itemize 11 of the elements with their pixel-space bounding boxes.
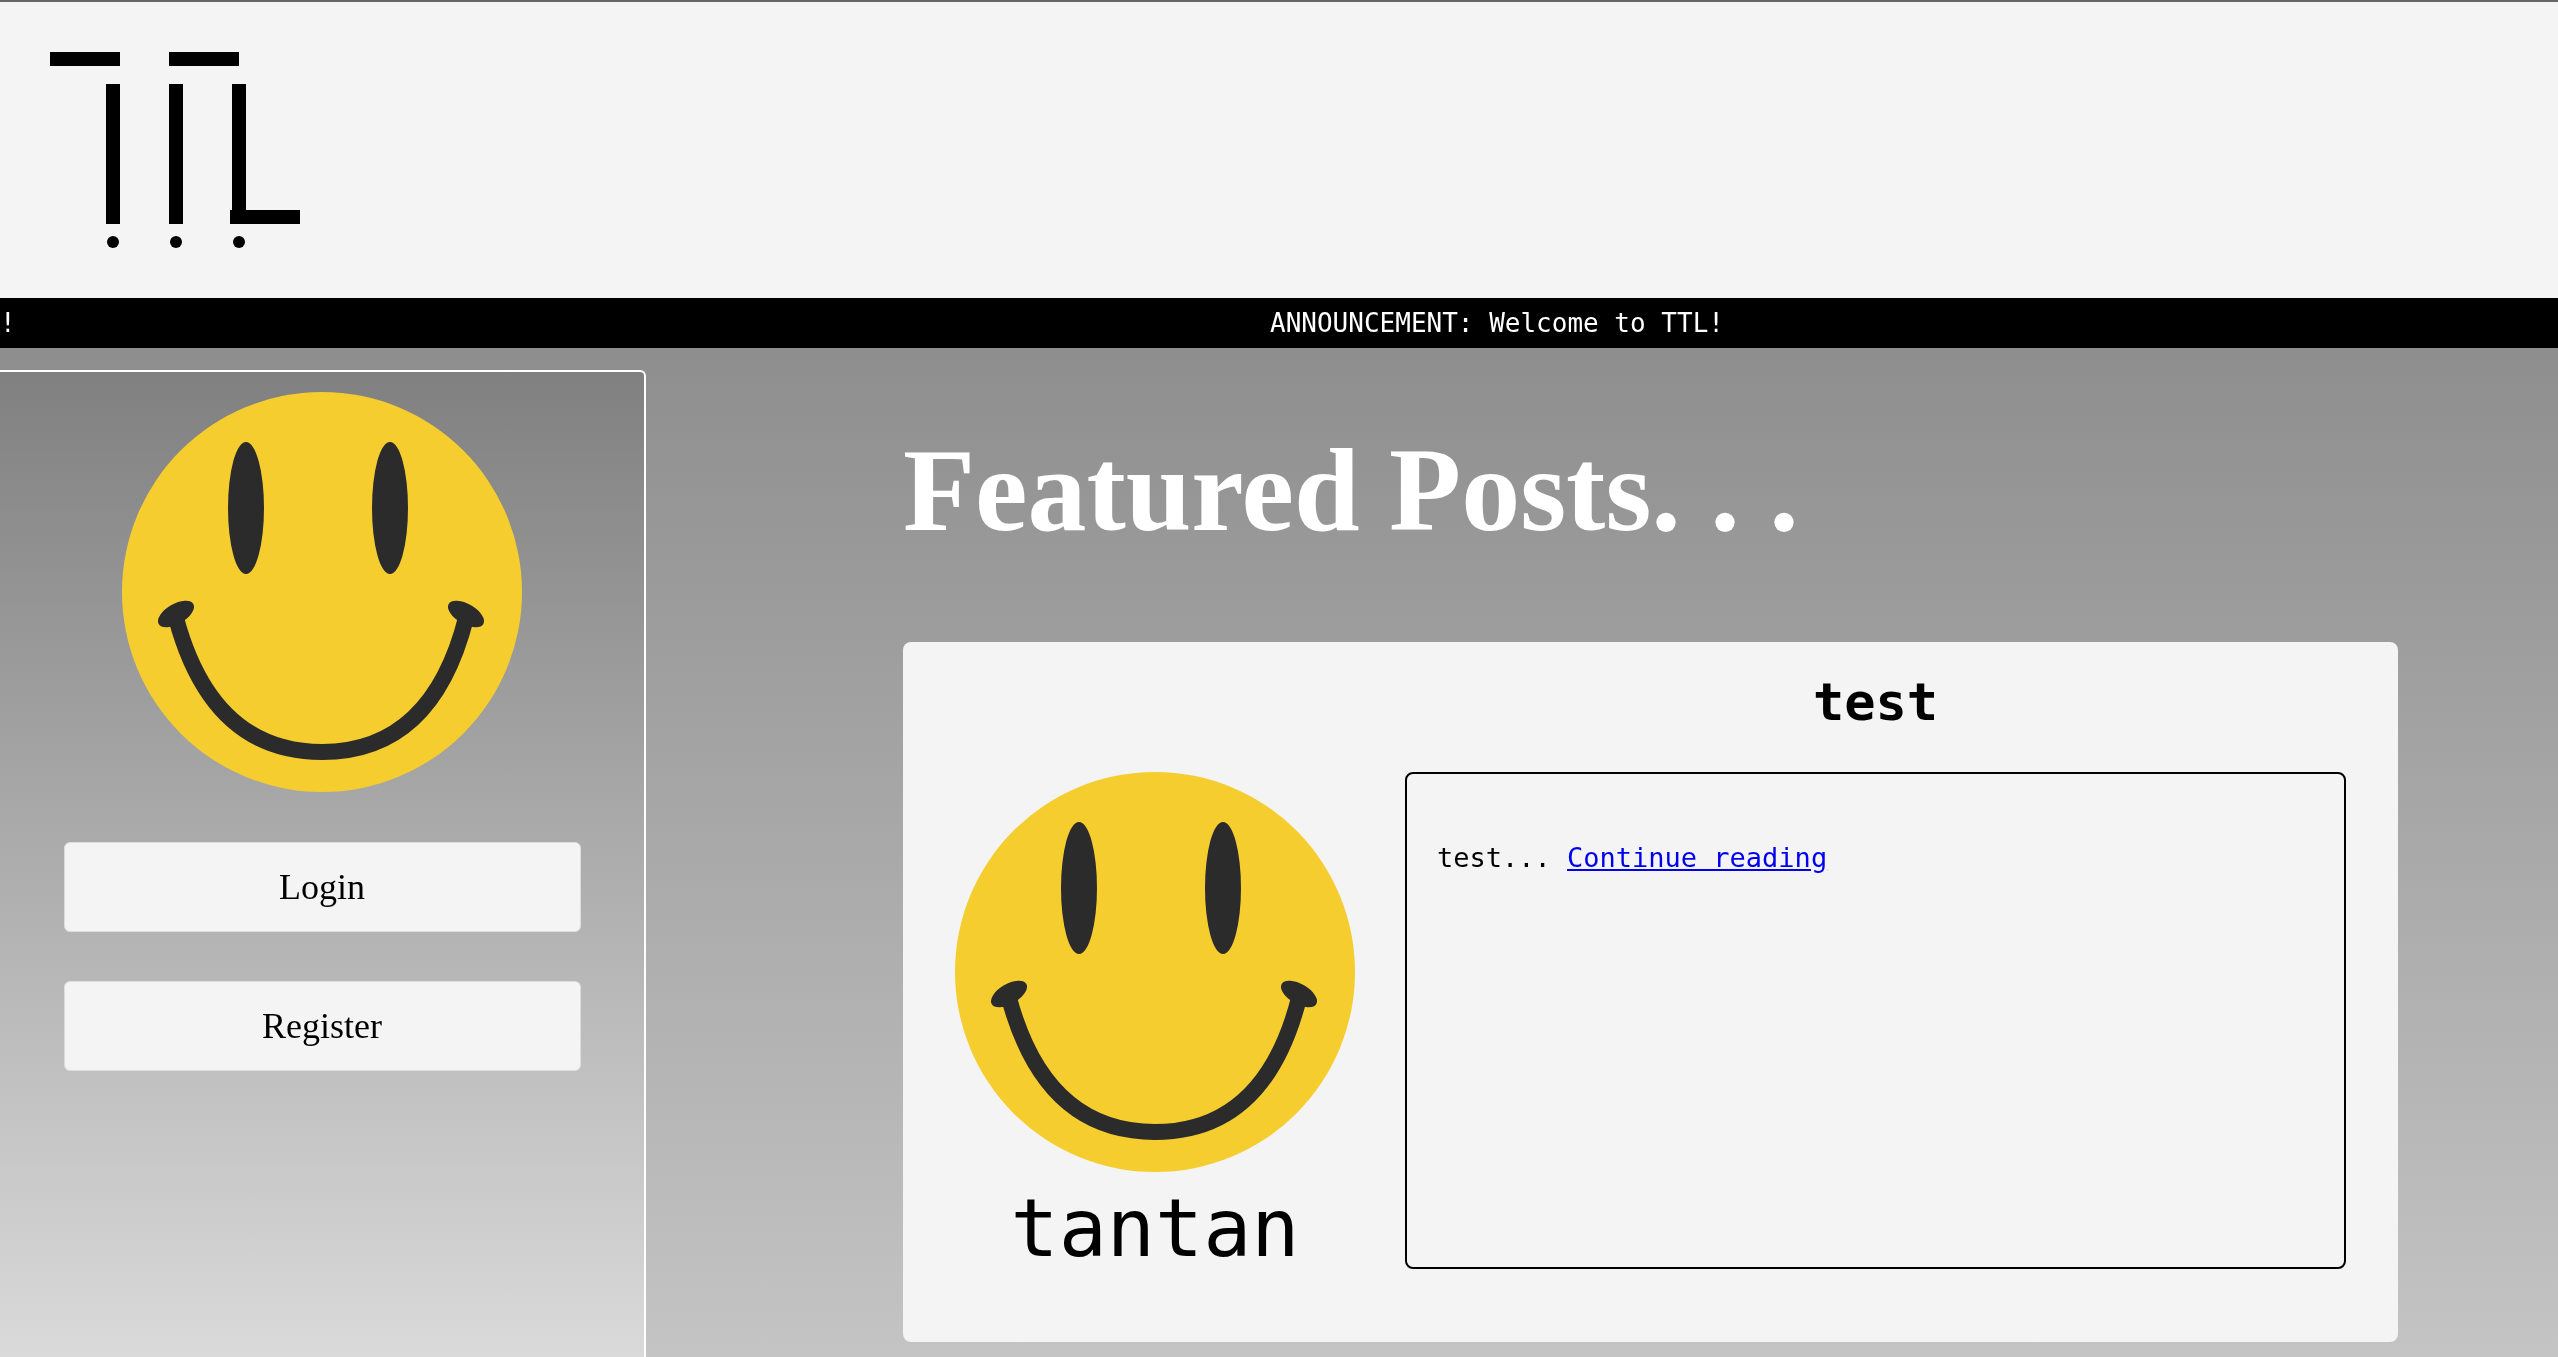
page-heading: Featured Posts. . . [903,424,1800,558]
continue-reading-link[interactable]: Continue reading [1567,841,1828,873]
smiley-avatar-icon [955,771,1355,1172]
post-title: test [1811,670,1940,734]
smiley-avatar-icon [122,392,522,792]
announcement-text: ANNOUNCEMENT: Welcome to TTL! [1270,308,1724,338]
author-name: tantan [1010,1181,1300,1275]
post-excerpt: test... Continue reading [1437,841,1829,873]
login-button[interactable]: Login [63,842,581,932]
announcement-text: ! [0,308,17,338]
register-button[interactable]: Register [63,981,581,1071]
